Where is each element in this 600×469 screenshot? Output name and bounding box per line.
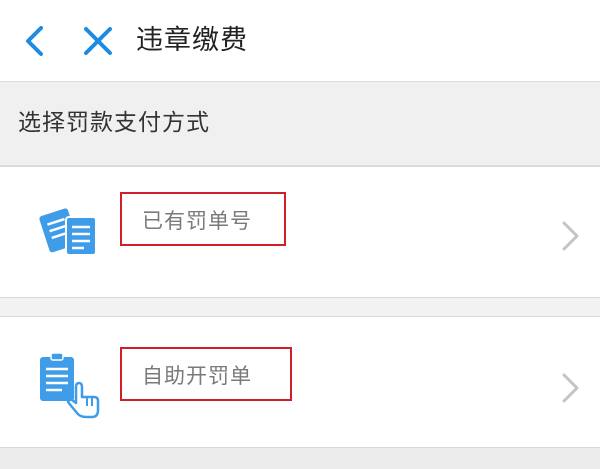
chevron-right-icon (558, 219, 584, 253)
option-label: 自助开罚单 (142, 364, 252, 388)
option-label: 已有罚单号 (142, 209, 252, 233)
back-button[interactable] (18, 22, 54, 60)
close-icon (84, 27, 112, 55)
highlight-box: 已有罚单号 (120, 192, 286, 246)
chevron-left-icon (26, 26, 43, 56)
document-tap-icon (36, 351, 106, 421)
section-header: 选择罚款支付方式 (0, 82, 600, 166)
section-header-label: 选择罚款支付方式 (18, 110, 210, 136)
page-title: 违章缴费 (136, 25, 248, 56)
option-existing-ticket[interactable]: 已有罚单号 (0, 166, 600, 298)
highlight-box: 自助开罚单 (120, 347, 292, 401)
close-button[interactable] (80, 22, 116, 60)
bottom-spacer (0, 448, 600, 469)
option-self-service-ticket[interactable]: 自助开罚单 (0, 316, 600, 448)
chevron-right-icon (558, 371, 584, 405)
documents-icon (36, 197, 106, 267)
top-bar: 违章缴费 (0, 0, 600, 82)
